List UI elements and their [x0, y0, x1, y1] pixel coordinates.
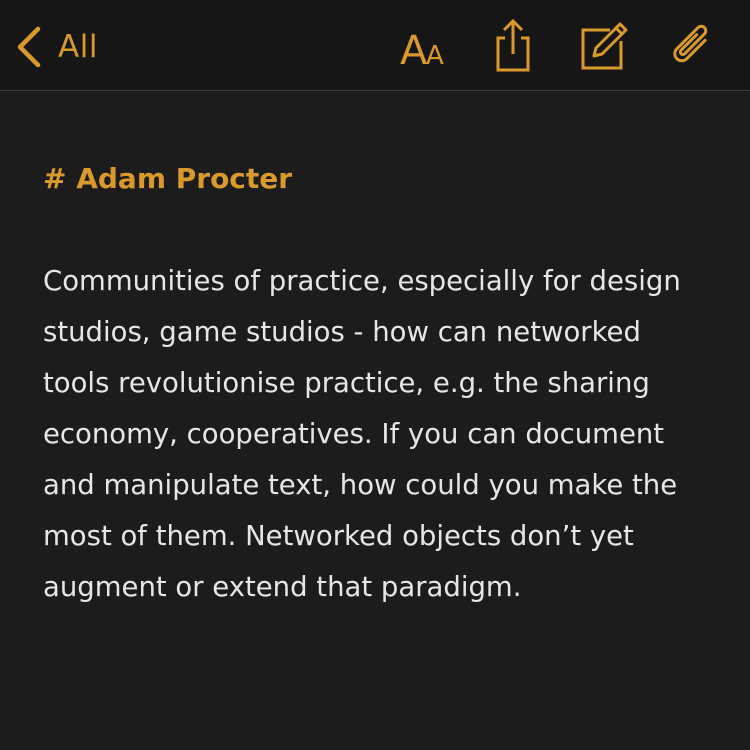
- share-button[interactable]: [485, 18, 541, 74]
- back-label: All: [58, 29, 98, 65]
- navigation-bar: All A A: [0, 0, 750, 91]
- back-button[interactable]: All: [14, 22, 98, 72]
- notes-app: All A A # Adam Procter Communities of pr…: [0, 0, 750, 750]
- text-format-glyph-large: A: [400, 28, 428, 74]
- compose-button[interactable]: [574, 18, 630, 74]
- note-body[interactable]: Communities of practice, especially for …: [43, 256, 713, 613]
- text-format-icon: A A: [396, 18, 452, 74]
- text-format-button[interactable]: A A: [396, 18, 452, 74]
- text-format-glyph-small: A: [426, 41, 444, 71]
- attach-button[interactable]: [663, 18, 719, 74]
- note-content[interactable]: # Adam Procter Communities of practice, …: [43, 155, 713, 613]
- share-icon: [485, 18, 541, 74]
- compose-icon: [574, 18, 630, 74]
- note-heading[interactable]: # Adam Procter: [43, 155, 713, 203]
- chevron-left-icon: [14, 25, 44, 69]
- paperclip-icon: [663, 18, 719, 74]
